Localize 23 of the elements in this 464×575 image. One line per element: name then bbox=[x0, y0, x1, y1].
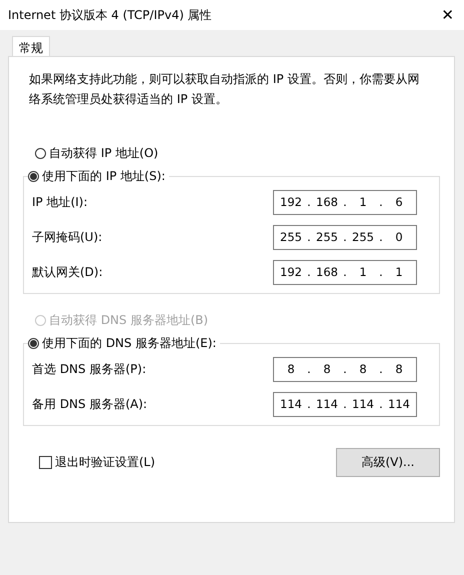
field-label: IP 地址(I): bbox=[32, 194, 88, 210]
checkbox-label[interactable]: 退出时验证设置(L) bbox=[55, 454, 156, 471]
radio-button[interactable] bbox=[28, 171, 39, 182]
tab[interactable]: 常规 bbox=[12, 36, 50, 56]
field-label: 备用 DNS 服务器(A): bbox=[32, 396, 148, 412]
radio-button[interactable] bbox=[35, 148, 46, 159]
radio-label[interactable]: 使用下面的 DNS 服务器地址(E): bbox=[42, 335, 216, 352]
ip-address-field[interactable]: 114 . 114 . 114 . 114 bbox=[273, 392, 417, 416]
ip-address-field[interactable]: 255 . 255 . 255 . 0 bbox=[273, 224, 417, 250]
ip-address-field[interactable]: 192 . 168 . 1 . 1 bbox=[273, 260, 417, 284]
field-label: 子网掩码(U): bbox=[32, 228, 102, 246]
radio-button[interactable] bbox=[28, 338, 39, 349]
field-label: 默认网关(D): bbox=[32, 264, 103, 280]
window-title: Internet 协议版本 4 (TCP/IPv4) 属性 bbox=[8, 6, 212, 24]
checkbox[interactable] bbox=[39, 456, 52, 469]
ip-address-field[interactable]: 8 . 8 . 8 . 8 bbox=[273, 356, 417, 382]
radio-label[interactable]: 使用下面的 IP 地址(S): bbox=[42, 168, 166, 185]
advanced-button[interactable]: 高级(V)... bbox=[336, 448, 440, 477]
radio-label[interactable]: 自动获得 IP 地址(O) bbox=[49, 145, 158, 162]
close-icon[interactable]: ✕ bbox=[441, 6, 454, 24]
field-label: 首选 DNS 服务器(P): bbox=[32, 360, 146, 378]
description-text: 如果网络支持此功能，则可以获取自动指派的 IP 设置。否则，你需要从网络系统管理员处获得适当的 IP 设置。 bbox=[28, 71, 420, 108]
ip-address-field[interactable]: 192 . 168 . 1 . 6 bbox=[273, 190, 417, 214]
